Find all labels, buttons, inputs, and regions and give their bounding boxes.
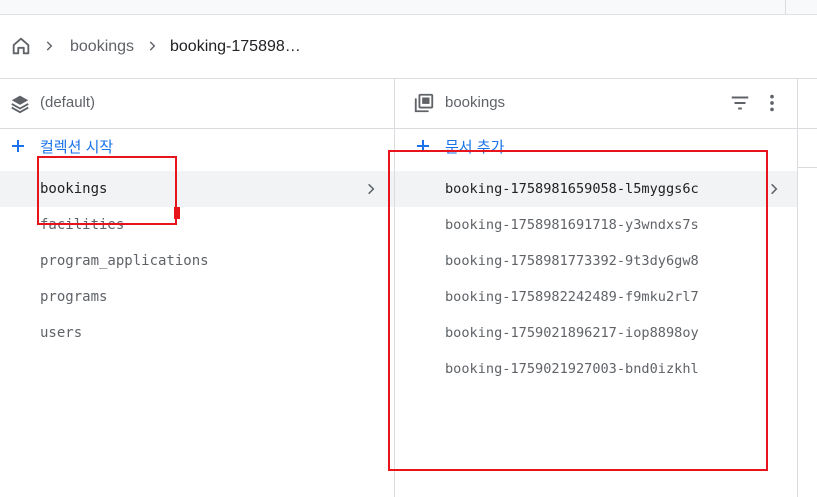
document-id: booking-1758981691718-y3wndxs7s [445, 217, 699, 233]
collection-icon [414, 93, 434, 113]
document-item[interactable]: booking-1758981773392-9t3dy6gw8 [395, 243, 797, 279]
add-document-label: 문서 추가 [445, 139, 505, 156]
collection-item-bookings[interactable]: bookings [0, 171, 394, 207]
collection-item-label: facilities [40, 217, 125, 233]
chevron-right-icon [149, 41, 156, 51]
top-strip [0, 0, 817, 15]
document-item[interactable]: booking-1759021927003-bnd0izkhl [395, 351, 797, 387]
breadcrumb-item-current-document[interactable]: booking-175898… [170, 37, 301, 57]
document-item[interactable]: booking-1758981691718-y3wndxs7s [395, 207, 797, 243]
document-item[interactable]: booking-1758982242489-f9mku2rl7 [395, 279, 797, 315]
documents-panel: bookings 문서 추가 booking-1758981659058-l5m… [395, 79, 798, 497]
documents-panel-header: bookings [395, 79, 797, 129]
document-detail-toolbar [798, 129, 817, 168]
top-strip-divider [785, 0, 786, 14]
collection-item-programs[interactable]: programs [0, 279, 394, 315]
chevron-right-icon [771, 183, 778, 195]
collections-panel-header: (default) [0, 79, 394, 129]
document-detail-header [798, 79, 817, 129]
collections-panel: (default) 컬렉션 시작 bookings facilities pro… [0, 79, 395, 497]
collection-item-users[interactable]: users [0, 315, 394, 351]
add-document-button[interactable]: 문서 추가 [395, 129, 797, 167]
more-vert-icon[interactable] [761, 92, 783, 114]
document-id: booking-1758981659058-l5myggs6c [445, 181, 699, 197]
document-detail-panel [798, 79, 817, 497]
document-item[interactable]: booking-1758981659058-l5myggs6c [395, 171, 797, 207]
collection-item-label: users [40, 325, 83, 341]
breadcrumb: bookings booking-175898… [0, 15, 817, 79]
documents-panel-title: bookings [445, 94, 506, 111]
collection-item-label: program_applications [40, 253, 209, 269]
collection-item-facilities[interactable]: facilities [0, 207, 394, 243]
add-icon [12, 140, 24, 152]
collections-panel-title: (default) [40, 94, 96, 111]
home-icon[interactable] [10, 35, 32, 57]
highlight-box-marker [174, 207, 180, 219]
database-stack-icon [11, 95, 29, 114]
start-collection-button[interactable]: 컬렉션 시작 [0, 129, 394, 167]
add-icon [417, 140, 429, 152]
document-id: booking-1759021927003-bnd0izkhl [445, 361, 699, 377]
chevron-right-icon [46, 41, 53, 51]
start-collection-label: 컬렉션 시작 [40, 139, 114, 156]
collection-list: bookings facilities program_applications… [0, 171, 394, 351]
chevron-right-icon [368, 183, 375, 195]
document-list: booking-1758981659058-l5myggs6c booking-… [395, 171, 797, 387]
document-id: booking-1758981773392-9t3dy6gw8 [445, 253, 699, 269]
collection-item-label: programs [40, 289, 108, 305]
collection-item-label: bookings [40, 181, 108, 197]
document-item[interactable]: booking-1759021896217-iop8898oy [395, 315, 797, 351]
document-id: booking-1759021896217-iop8898oy [445, 325, 699, 341]
filter-icon[interactable] [729, 92, 751, 114]
collection-item-program-applications[interactable]: program_applications [0, 243, 394, 279]
document-id: booking-1758982242489-f9mku2rl7 [445, 289, 699, 305]
breadcrumb-item-bookings[interactable]: bookings [70, 37, 134, 57]
